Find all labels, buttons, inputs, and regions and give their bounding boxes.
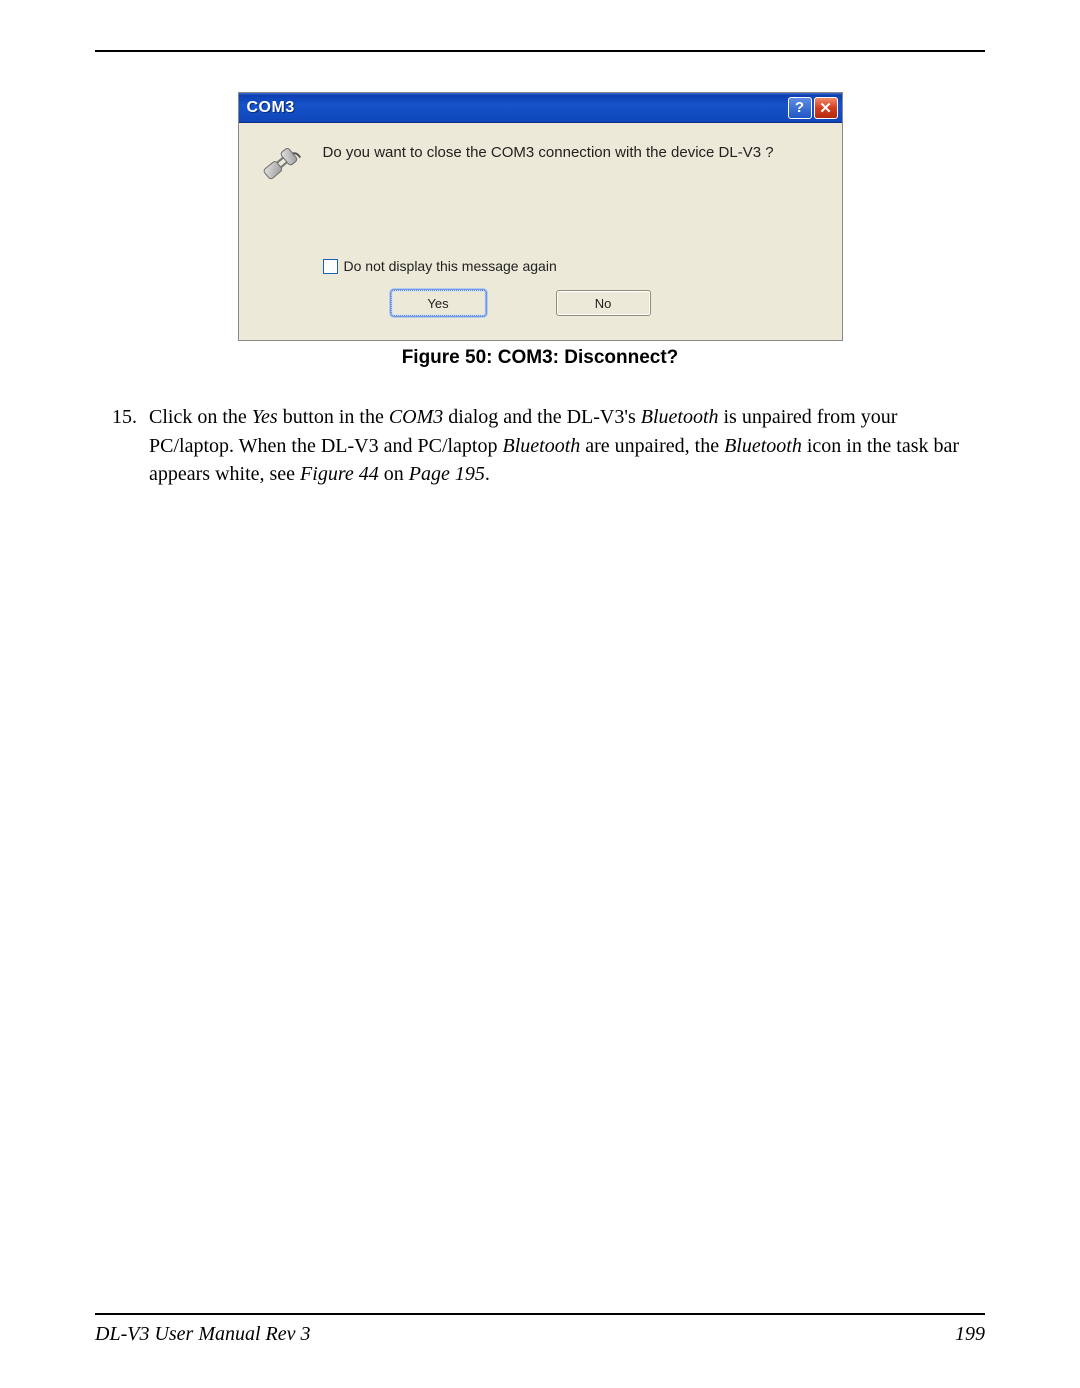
question-icon: ? [795, 99, 804, 116]
dialog-button-row: Yes No [323, 290, 820, 330]
step-number: 15. [95, 403, 149, 488]
list-item: 15. Click on the Yes button in the COM3 … [95, 403, 985, 488]
dialog-body: Do you want to close the COM3 connection… [239, 123, 842, 340]
figure-caption: Figure 50: COM3: Disconnect? [95, 347, 985, 369]
do-not-display-checkbox[interactable]: Do not display this message again [323, 258, 820, 274]
text-run: . [485, 463, 490, 485]
text-italic: Figure 44 [300, 463, 379, 485]
no-button[interactable]: No [556, 290, 651, 316]
text-italic: Yes [252, 406, 278, 428]
text-run: Click on the [149, 406, 252, 428]
dialog-message: Do you want to close the COM3 connection… [323, 143, 820, 163]
help-button[interactable]: ? [788, 97, 812, 119]
text-italic: Bluetooth [641, 406, 719, 428]
body-text: 15. Click on the Yes button in the COM3 … [95, 403, 985, 488]
com3-dialog: COM3 ? ✕ [238, 92, 843, 341]
text-run: dialog and the DL-V3's [443, 406, 640, 428]
checkbox-box-icon [323, 259, 338, 274]
text-italic: Bluetooth [724, 435, 802, 457]
checkbox-label: Do not display this message again [344, 258, 557, 274]
bottom-rule [95, 1313, 985, 1315]
footer-manual-title: DL-V3 User Manual Rev 3 [95, 1323, 311, 1346]
dialog-title: COM3 [247, 99, 295, 117]
text-run: are unpaired, the [580, 435, 724, 457]
close-icon: ✕ [819, 99, 832, 117]
yes-button[interactable]: Yes [391, 290, 486, 316]
text-italic: COM3 [389, 406, 443, 428]
step-body: Click on the Yes button in the COM3 dial… [149, 403, 985, 488]
titlebar-buttons: ? ✕ [788, 97, 838, 119]
text-run: on [379, 463, 409, 485]
top-rule [95, 50, 985, 52]
text-italic: Bluetooth [503, 435, 581, 457]
footer-page-number: 199 [955, 1323, 985, 1346]
dialog-titlebar: COM3 ? ✕ [239, 93, 842, 123]
text-run: button in the [278, 406, 389, 428]
disconnect-icon [257, 143, 301, 187]
yes-button-label: Yes [427, 296, 448, 311]
page-footer: DL-V3 User Manual Rev 3 199 [95, 1313, 985, 1346]
close-button[interactable]: ✕ [814, 97, 838, 119]
no-button-label: No [595, 296, 612, 311]
text-italic: Page 195 [409, 463, 485, 485]
